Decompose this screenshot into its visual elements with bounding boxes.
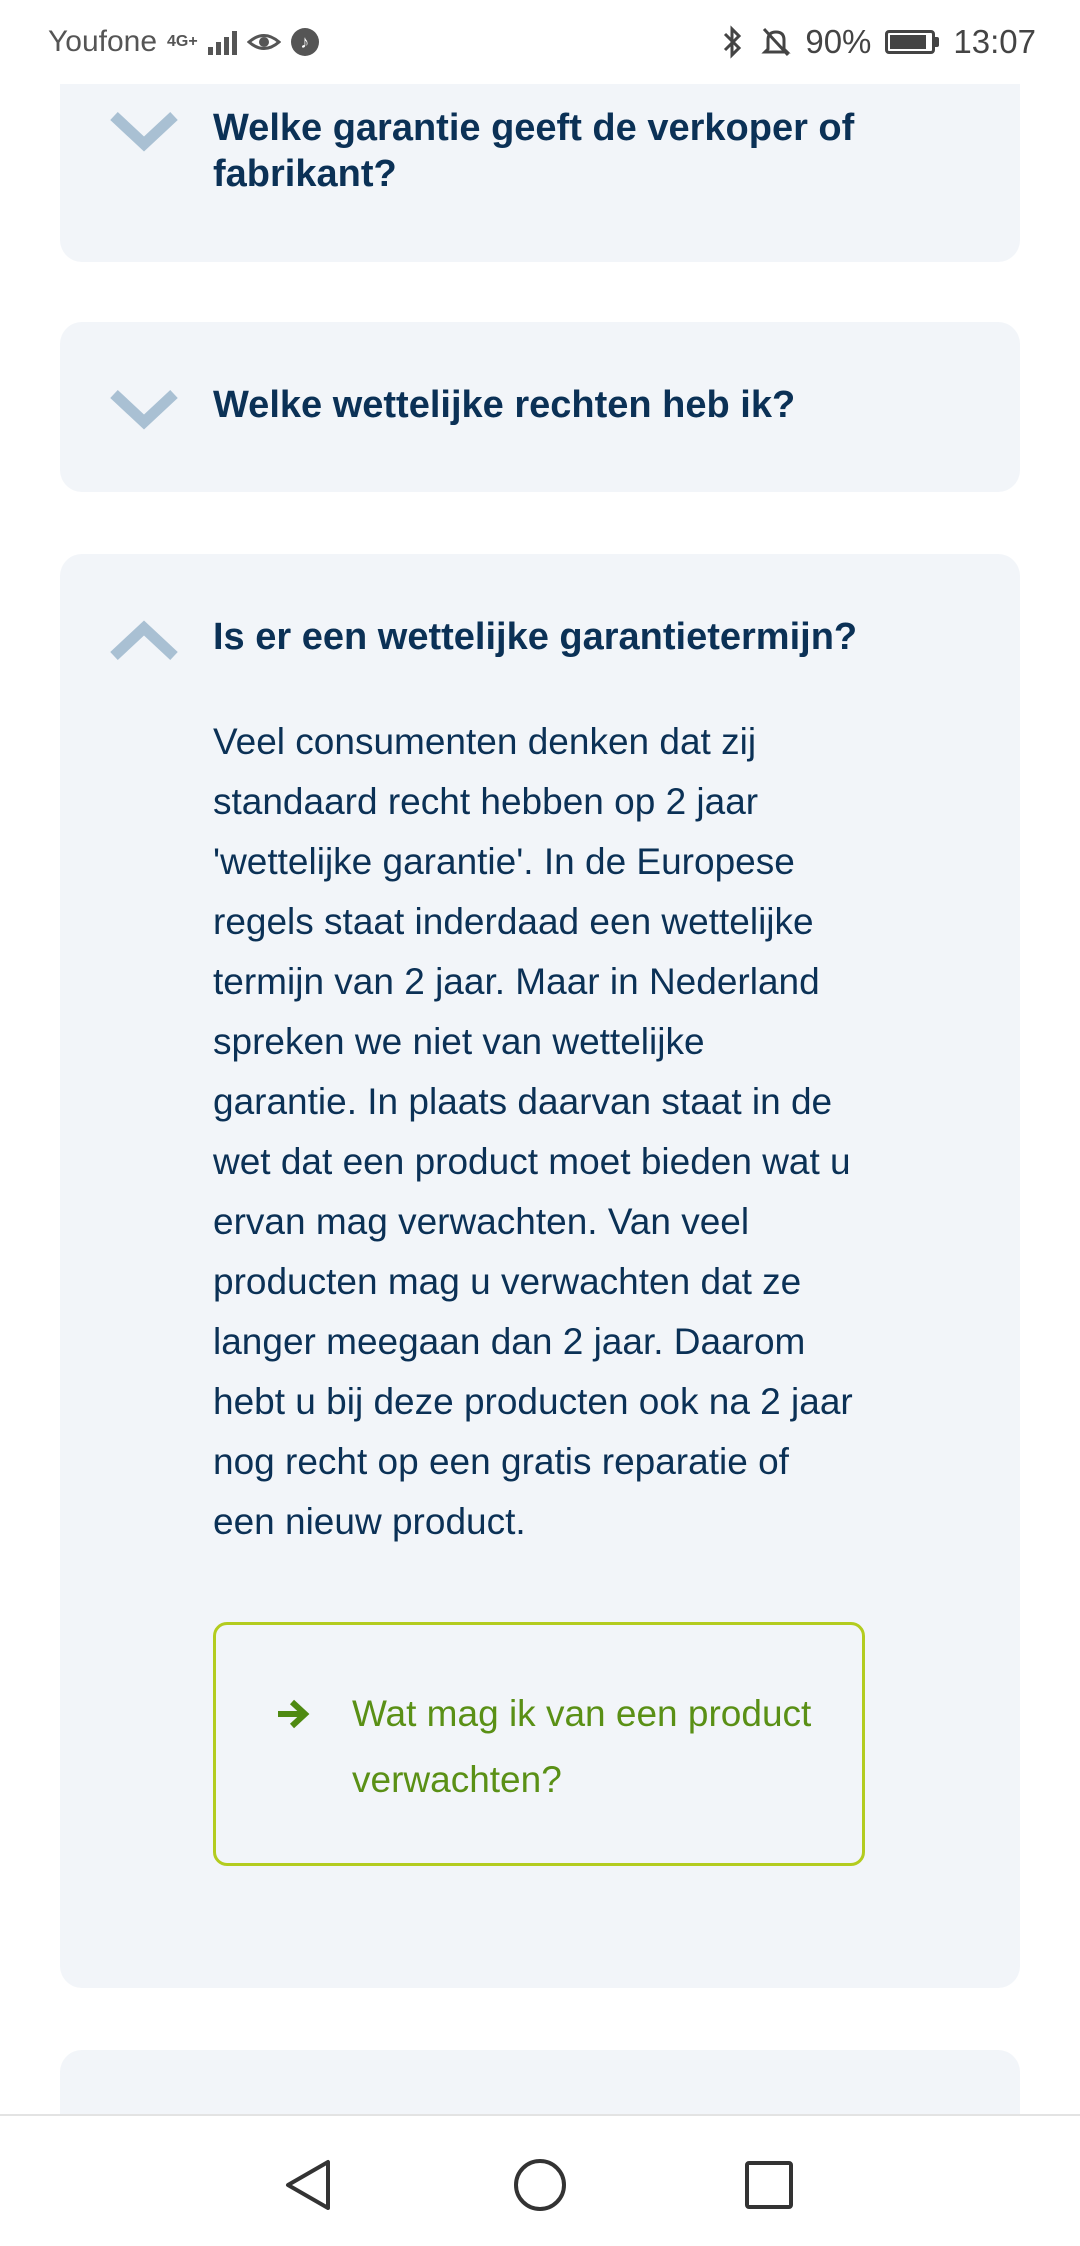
home-circle-icon[interactable] [511, 2156, 569, 2214]
status-right: 90% 13:07 [717, 23, 1080, 61]
faq-item-legal-term[interactable]: Is er een wettelijke garantietermijn? Ve… [60, 554, 1020, 1988]
faq-item-title[interactable]: Welke wettelijke rechten heb ik? [213, 382, 950, 428]
chevron-down-icon[interactable] [108, 108, 180, 154]
network-type: 4G+ [167, 33, 198, 50]
back-triangle-icon[interactable] [280, 2156, 338, 2214]
status-bar: Youfone 4G+ ♪ 90% 13:07 [0, 0, 1080, 84]
faq-item-title[interactable]: Welke garantie geeft de verkoper of fabr… [213, 105, 950, 197]
chevron-up-icon[interactable] [108, 618, 180, 664]
faq-item-legal-rights[interactable]: Welke wettelijke rechten heb ik? [60, 322, 1020, 492]
chevron-down-icon[interactable] [108, 386, 180, 432]
recents-square-icon[interactable] [740, 2156, 798, 2214]
status-left: Youfone 4G+ ♪ [0, 25, 319, 59]
carrier-name: Youfone [48, 25, 158, 58]
faq-item-seller-guarantee[interactable]: Welke garantie geeft de verkoper of fabr… [60, 60, 1020, 262]
faq-item-answer: Veel consumenten denken dat zij standaar… [213, 721, 853, 1542]
eye-comfort-icon [246, 34, 281, 50]
related-link-label[interactable]: Wat mag ik van een product verwachten? [352, 1681, 812, 1813]
arrow-right-icon [278, 1699, 310, 1729]
faq-item-title[interactable]: Is er een wettelijke garantietermijn? [213, 614, 950, 660]
battery-icon [885, 30, 940, 54]
battery-percent: 90% [805, 23, 872, 60]
bell-muted-icon [761, 27, 791, 57]
bluetooth-icon [724, 25, 742, 59]
related-link-product-expectations[interactable]: Wat mag ik van een product verwachten? [213, 1622, 865, 1866]
music-icon: ♪ [290, 28, 319, 56]
signal-icon [207, 29, 237, 55]
navigation-bar [0, 2114, 1080, 2246]
clock: 13:07 [953, 23, 1036, 60]
